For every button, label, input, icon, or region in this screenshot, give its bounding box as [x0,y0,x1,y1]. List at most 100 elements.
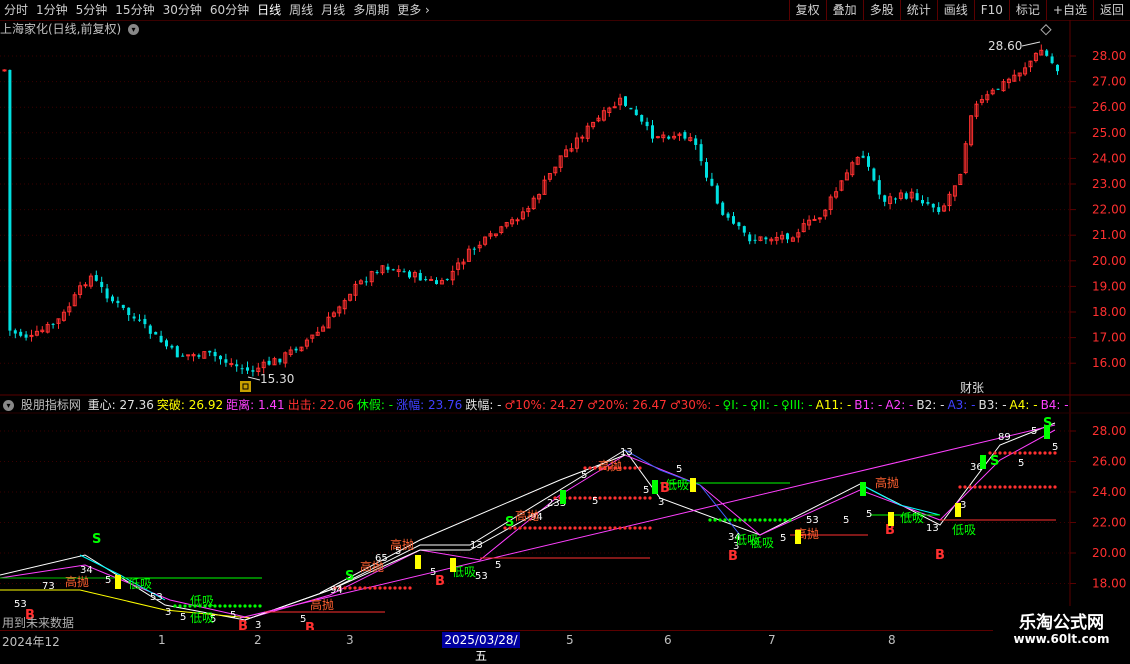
chevron-down-icon[interactable]: ▾ [3,400,14,411]
dot-marker [558,526,562,530]
candle-body [435,280,438,285]
candle-body [111,296,114,302]
candle-body [429,278,434,281]
dot-marker [598,526,602,530]
dot-marker [238,604,242,608]
dot-marker [958,485,962,489]
low-signal-label: 低吸 [952,523,976,537]
candle-body [132,316,136,319]
signal-bar [560,490,566,504]
dot-marker [638,526,642,530]
dot-marker [258,604,262,608]
period-tab[interactable]: 分时 [0,0,32,20]
candle-body [375,272,379,274]
dot-marker [228,604,232,608]
candle-body [640,114,644,122]
candle-body [921,199,924,204]
candle-body [737,222,741,227]
period-tab[interactable]: 15分钟 [111,0,158,20]
time-label: 1 [158,633,166,647]
dot-marker [733,518,737,522]
candle-body [629,107,633,110]
dot-marker [1053,485,1057,489]
candle-body [408,271,411,278]
period-tab[interactable]: 60分钟 [206,0,253,20]
dot-marker [253,604,257,608]
candle-body [386,266,390,270]
candle-body [937,207,941,212]
dot-marker [978,485,982,489]
signal-number: 13 [926,523,939,534]
indicator-field: A4: - [1009,398,1038,412]
toolbar-button[interactable]: 标记 [1008,0,1046,20]
signal-bar [115,575,121,589]
signal-number: 5 [230,610,236,621]
dot-marker [613,526,617,530]
dot-marker [623,496,627,500]
candle-body [694,138,698,145]
candle-body [612,106,617,109]
low-price-label: 15.30 [260,372,294,386]
candle-body [1050,56,1054,64]
dot-marker [243,604,247,608]
toolbar-button[interactable]: 画线 [936,0,974,20]
toolbar-button[interactable]: 返回 [1092,0,1130,20]
candle-body [154,331,158,335]
toolbar-button[interactable]: 多股 [862,0,900,20]
y-tick-label: 28.00 [1092,49,1126,63]
period-tab[interactable]: 日线 [253,0,285,20]
signal-bar [690,478,696,492]
period-tab[interactable]: 1分钟 [32,0,72,20]
toolbar-button[interactable]: +自选 [1045,0,1093,20]
dot-marker [583,496,587,500]
dot-marker [723,518,727,522]
dot-marker [753,518,757,522]
candle-body [877,180,881,195]
dot-marker [988,485,992,489]
candle-body [667,136,671,139]
signal-bar [415,555,421,569]
dot-marker [638,496,642,500]
dot-marker [1038,451,1042,455]
high-signal-label: 高抛 [875,475,899,490]
dot-marker [608,526,612,530]
signal-number: 13 [620,447,633,458]
candle-body [996,88,1000,90]
dot-marker [368,586,372,590]
y-tick-label: 18.00 [1092,577,1126,591]
indicator-field: ♂10%: 24.27 [504,398,585,412]
dot-marker [633,526,637,530]
dot-marker [548,526,552,530]
period-tab[interactable]: 周线 [285,0,317,20]
period-tab[interactable]: 月线 [317,0,349,20]
toolbar-button[interactable]: F10 [973,0,1009,20]
dot-marker [1018,451,1022,455]
signal-number: 5 [643,485,649,496]
low-signal-label: 低吸 [128,577,152,591]
dot-marker [773,518,777,522]
candle-body [402,271,406,273]
indicator-field: ♂30%: - [669,398,720,412]
candle-body [24,334,28,338]
candle-body [213,351,217,357]
candle-body [391,269,395,271]
action-bar: 复权 叠加 多股 统计 画线 F10 标记 +自选 返回 [788,0,1130,20]
high-signal-label: 高抛 [390,537,414,552]
period-tab[interactable]: 更多 › [393,0,434,20]
dot-marker [173,604,177,608]
candle-body [726,213,730,218]
candle-body [170,345,174,348]
candle-body [186,354,191,357]
toolbar-button[interactable]: 叠加 [825,0,863,20]
period-tab[interactable]: 30分钟 [159,0,206,20]
time-label: 2 [254,633,262,647]
toolbar-button[interactable]: 复权 [788,0,826,20]
period-tab[interactable]: 多周期 [349,0,393,20]
period-tab[interactable]: 5分钟 [72,0,112,20]
signal-bar [1044,425,1050,439]
watermark-logo: 乐淘公式网 www.60lt.com [993,606,1130,650]
indicator-field: ♀III: - [781,398,813,412]
dot-marker [623,466,627,470]
toolbar-button[interactable]: 统计 [899,0,937,20]
candle-body [240,368,244,370]
